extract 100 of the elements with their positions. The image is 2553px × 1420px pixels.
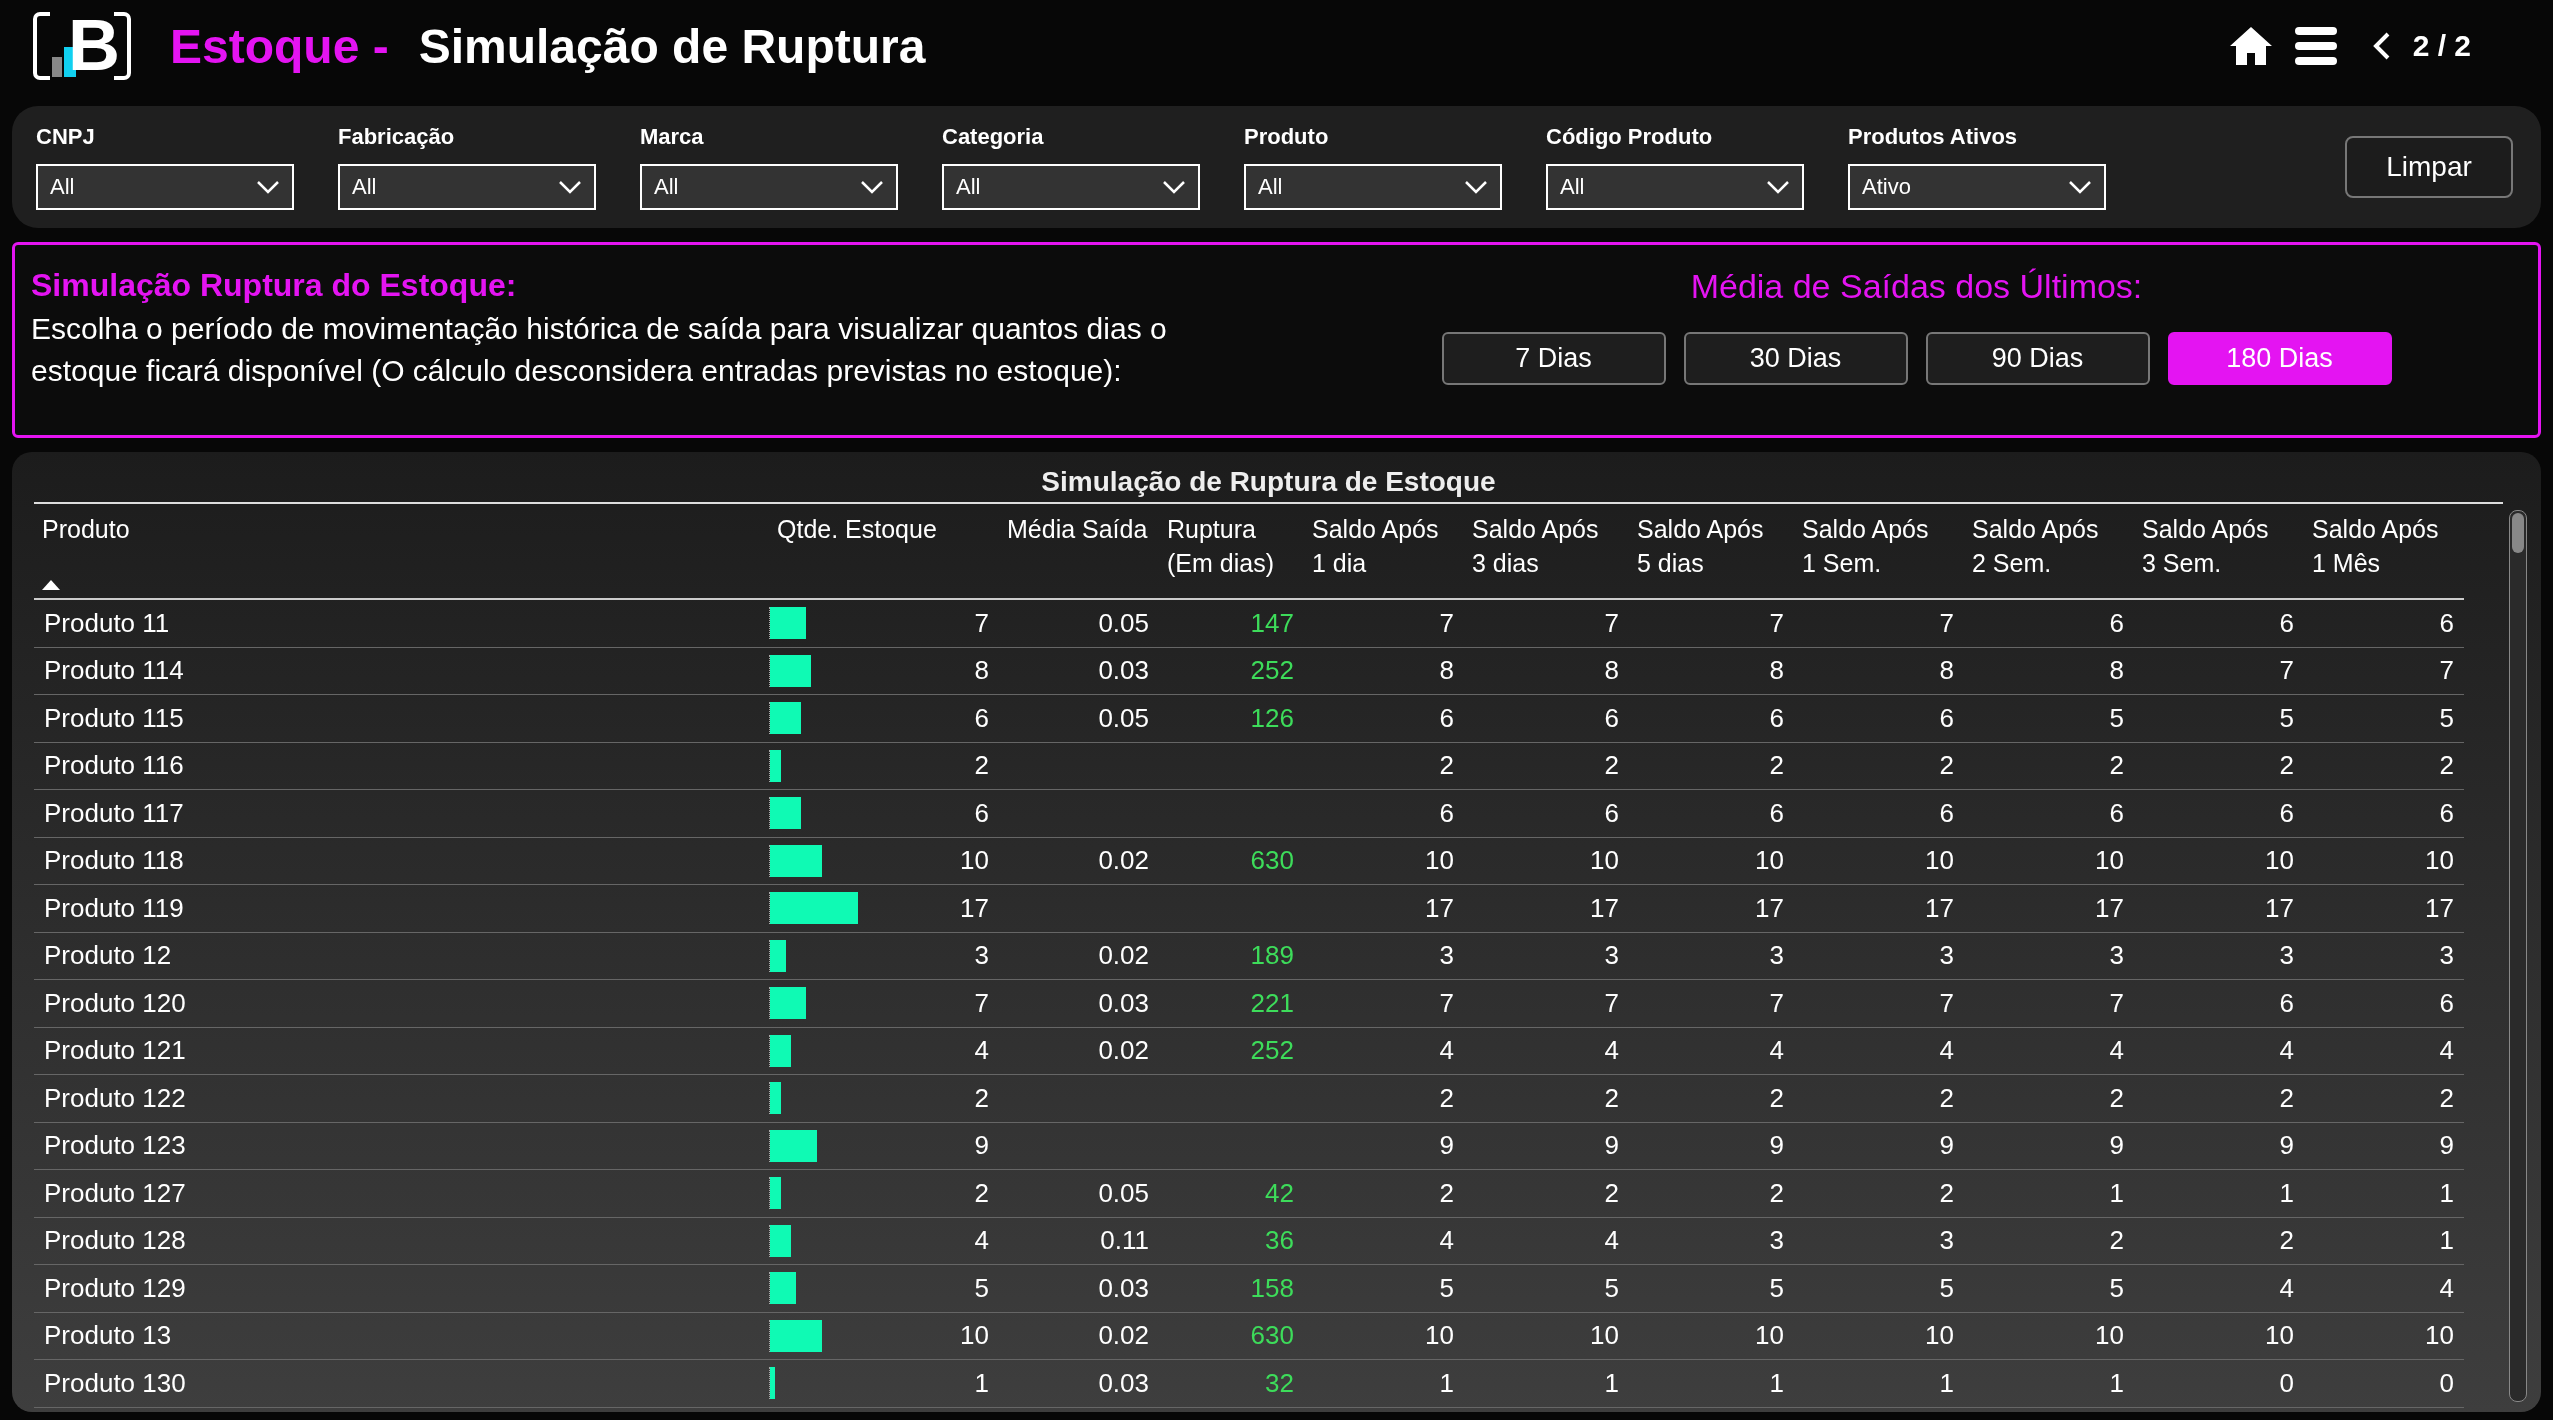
column-header[interactable]: Produto (34, 504, 769, 600)
table-cell: 1 (1629, 1360, 1794, 1408)
filter-label: Produtos Ativos (1848, 124, 2019, 150)
table-cell: 10 (769, 837, 999, 885)
section-title: Estoque - (170, 18, 389, 74)
table-cell: 0.05 (999, 1170, 1159, 1218)
page-indicator: 2 / 2 (2412, 29, 2471, 63)
table-cell: 4 (1629, 1027, 1794, 1075)
table-cell: Produto 127 (34, 1170, 769, 1218)
table-cell: 10 (2304, 837, 2464, 885)
column-header[interactable]: Ruptura (Em dias) (1159, 504, 1304, 600)
filter-dropdown[interactable]: All (1244, 164, 1502, 210)
table-cell: 17 (1304, 885, 1464, 933)
table-cell: 6 (1629, 695, 1794, 743)
table-cell: 6 (1964, 600, 2134, 648)
table-cell: 0.05 (999, 695, 1159, 743)
table-cell: 1 (1794, 1360, 1964, 1408)
table-cell: 4 (1964, 1027, 2134, 1075)
clear-button[interactable]: Limpar (2345, 136, 2513, 198)
table-cell: Produto 120 (34, 980, 769, 1028)
table-cell: 189 (1159, 932, 1304, 980)
column-header[interactable]: Saldo Após 5 dias (1629, 504, 1794, 600)
column-header[interactable]: Qtde. Estoque (769, 504, 999, 600)
table-cell: 17 (2134, 885, 2304, 933)
table-cell: 7 (1794, 980, 1964, 1028)
table-cell: 6 (1964, 790, 2134, 838)
table-cell: 8 (1794, 647, 1964, 695)
table-cell: 10 (1304, 837, 1464, 885)
period-button[interactable]: 90 Dias (1925, 332, 2150, 385)
filter-dropdown[interactable]: Ativo (1848, 164, 2106, 210)
table-cell: 1 (2304, 1170, 2464, 1218)
back-arrow-icon[interactable] (2372, 32, 2391, 60)
filter-dropdown[interactable]: All (1546, 164, 1804, 210)
table-cell: 3 (1464, 932, 1629, 980)
table-cell: 10 (2134, 1312, 2304, 1360)
table-cell: 2 (1629, 1170, 1794, 1218)
table-cell: 5 (2134, 695, 2304, 743)
table-cell: Produto 118 (34, 837, 769, 885)
table-cell: 10 (1304, 1312, 1464, 1360)
table-cell: 0.02 (999, 932, 1159, 980)
home-icon[interactable] (2228, 26, 2273, 66)
table-cell: 4 (2304, 1265, 2464, 1313)
table-cell: 9 (1304, 1122, 1464, 1170)
table-cell: 8 (1629, 647, 1794, 695)
filter-dropdown[interactable]: All (942, 164, 1200, 210)
column-header[interactable]: Saldo Após 1 Mês (2304, 504, 2464, 600)
period-button[interactable]: 180 Dias (2167, 332, 2392, 385)
table-cell: 158 (1159, 1265, 1304, 1313)
table-cell: 252 (1159, 647, 1304, 695)
filter-dropdown[interactable]: All (338, 164, 596, 210)
filter-dropdown[interactable]: All (640, 164, 898, 210)
period-button[interactable]: 30 Dias (1683, 332, 1908, 385)
table-cell: 5 (2304, 695, 2464, 743)
table-cell: 3 (1629, 932, 1794, 980)
table-cell: 2 (769, 1075, 999, 1123)
chevron-down-icon (1464, 180, 1488, 194)
table-cell: 7 (1629, 600, 1794, 648)
table-cell: 5 (1794, 1265, 1964, 1313)
table-cell: 10 (1964, 1312, 2134, 1360)
table-cell: 9 (2134, 1122, 2304, 1170)
table-cell: 8 (1464, 647, 1629, 695)
column-header[interactable]: Saldo Após 3 dias (1464, 504, 1629, 600)
table-cell: 4 (1304, 1217, 1464, 1265)
table-cell: 10 (1964, 837, 2134, 885)
sort-ascending-icon[interactable] (42, 580, 60, 590)
table-cell: Produto 114 (34, 647, 769, 695)
table-cell: 4 (1464, 1027, 1629, 1075)
table-cell: 2 (1794, 742, 1964, 790)
table-cell: 6 (1794, 790, 1964, 838)
scrollbar[interactable] (2509, 510, 2527, 1402)
table-cell: 6 (2304, 790, 2464, 838)
table-cell: 8 (769, 647, 999, 695)
table-cell: 5 (1964, 695, 2134, 743)
filter-dropdown[interactable]: All (36, 164, 294, 210)
table-cell: 0.03 (999, 980, 1159, 1028)
column-header[interactable]: Saldo Após 1 Sem. (1794, 504, 1964, 600)
column-header[interactable]: Saldo Após 1 dia (1304, 504, 1464, 600)
table-cell: 3 (769, 932, 999, 980)
table-cell: 17 (769, 885, 999, 933)
column-header[interactable]: Saldo Após 3 Sem. (2134, 504, 2304, 600)
filter-label: Categoria (942, 124, 1045, 150)
page-title: Simulação de Ruptura (418, 18, 926, 74)
column-header[interactable]: Saldo Após 2 Sem. (1964, 504, 2134, 600)
table-cell: 2 (1964, 742, 2134, 790)
chevron-down-icon (256, 180, 280, 194)
table-cell: Produto 13 (34, 1312, 769, 1360)
table-cell: 1 (2134, 1170, 2304, 1218)
table-cell: 2 (2134, 1075, 2304, 1123)
table-cell: 6 (1464, 790, 1629, 838)
filter-label: CNPJ (36, 124, 96, 150)
period-button[interactable]: 7 Dias (1441, 332, 1666, 385)
table-cell: 10 (1629, 1312, 1794, 1360)
column-header[interactable]: Média Saída (999, 504, 1159, 600)
filter-label: Marca (640, 124, 705, 150)
table-cell: Produto 123 (34, 1122, 769, 1170)
table-cell: 4 (2304, 1027, 2464, 1075)
menu-icon[interactable] (2294, 27, 2337, 65)
table-cell: Produto 117 (34, 790, 769, 838)
table-cell: 221 (1159, 980, 1304, 1028)
table-cell: 1 (2304, 1217, 2464, 1265)
